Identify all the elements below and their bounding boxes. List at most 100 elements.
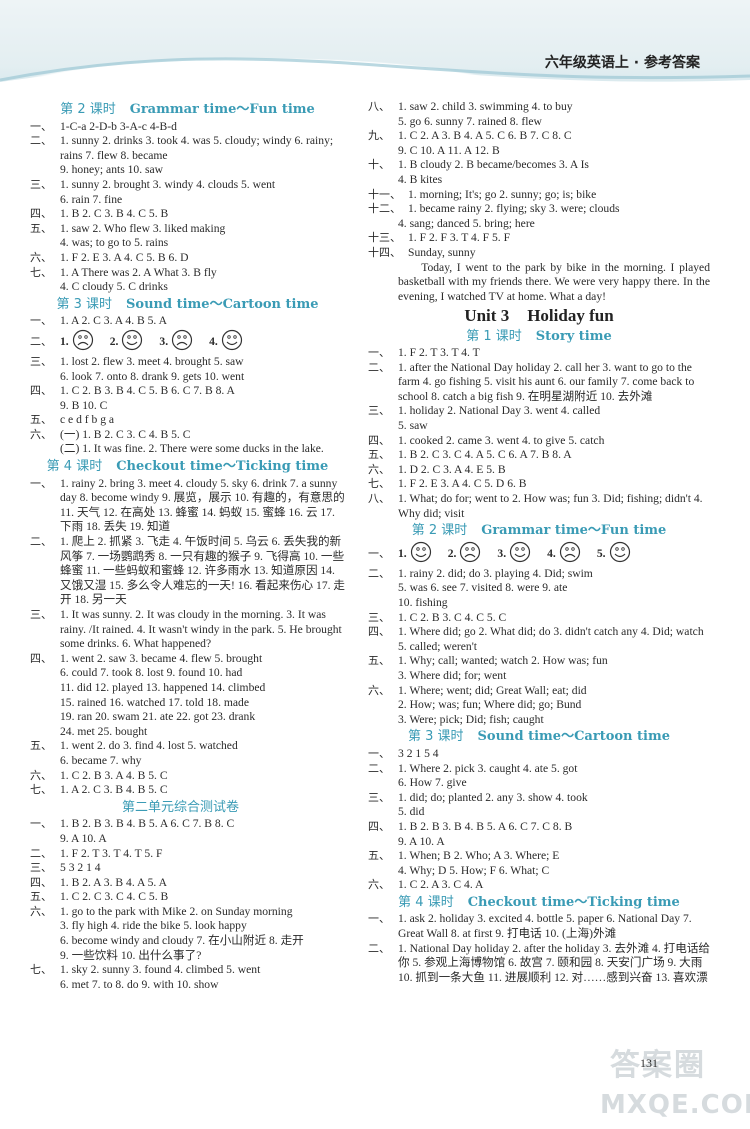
answer-line: 五、 1. When; B 2. Who; A 3. Where; E — [368, 849, 710, 864]
answer-text: 3. Where did; for; went — [398, 668, 507, 682]
section-title-en: Grammar time～Fun time — [481, 523, 667, 539]
section-title-en: Grammar time～Fun time — [129, 102, 315, 117]
section-title-en: Sound time～Cartoon time — [477, 729, 670, 745]
answer-line: 5. saw — [368, 419, 710, 434]
answer-text: 1. F 2. E 3. A 4. C 5. D 6. B — [398, 477, 527, 491]
answer-text: 4. sang; danced 5. bring; here — [398, 216, 535, 230]
answer-line: 4. sang; danced 5. bring; here — [368, 217, 710, 232]
question-number — [30, 236, 60, 251]
answer-text: 4. Why; D 5. How; F 6. What; C — [398, 863, 550, 877]
question-number: 二、 — [30, 535, 52, 549]
question-number — [368, 669, 398, 684]
question-number: 一、 — [30, 119, 52, 133]
question-number: 十四、 — [368, 245, 401, 259]
answer-line: 二、 1. after the National Day holiday 2. c… — [368, 361, 710, 405]
question-number: 三、 — [30, 861, 52, 875]
question-number: 一、 — [368, 346, 390, 360]
question-number — [30, 710, 60, 725]
answer-line: 十二、 1. became rainy 2. flying; sky 3. wer… — [368, 202, 710, 217]
watermark: 答案圈 MXQE.COM — [600, 1040, 750, 1129]
answer-text: 1. C 2. A 3. C 4. A — [398, 878, 484, 892]
question-number: 四、 — [368, 819, 390, 833]
question-number: 一、 — [368, 546, 390, 560]
face-answer-number: 5. — [596, 546, 606, 560]
answer-text: 19. ran 20. swam 21. ate 22. got 23. dra… — [60, 710, 256, 724]
question-number: 三、 — [368, 610, 390, 624]
question-number: 六、 — [368, 683, 390, 697]
question-number: 一、 — [30, 476, 52, 490]
question-number: 八、 — [368, 100, 390, 113]
answer-line: 6. became 7. why — [30, 754, 345, 769]
answer-line: 十四、 Sunday, sunny — [368, 246, 710, 261]
answer-text: 6. look 7. onto 8. drank 9. gets 10. wen… — [60, 369, 245, 383]
answer-text: 1. ask 2. holiday 3. excited 4. bottle 5… — [398, 912, 692, 941]
question-number — [30, 725, 60, 740]
smiley-happy-icon — [118, 329, 143, 356]
question-number: 四、 — [30, 651, 52, 665]
section-title: 第 4 课时 Checkout time～Ticking time — [368, 895, 710, 911]
question-number: 十、 — [368, 158, 390, 172]
answer-line: 四、 1. B 2. A 3. B 4. A 5. A — [30, 876, 345, 891]
answer-line: 三、 1. lost 2. flew 3. meet 4. brought 5. … — [30, 355, 345, 370]
answer-text: 1. cooked 2. came 3. went 4. to give 5. … — [398, 433, 605, 447]
smiley-happy-icon — [218, 329, 243, 356]
answer-line: 5. did — [368, 805, 710, 820]
answer-line: 4. B kites — [368, 173, 710, 188]
answer-line: 5. go 6. sunny 7. rained 8. flew — [368, 115, 710, 130]
answer-line: 3. Where did; for; went — [368, 669, 710, 684]
answer-text: 1. F 2. F 3. T 4. F 5. F — [408, 231, 511, 245]
question-number — [30, 832, 60, 847]
answer-text: 1. C 2. C 3. C 4. C 5. B — [60, 890, 169, 904]
question-number — [30, 978, 60, 993]
answer-text: 1. C 2. A 3. B 4. A 5. C 6. B 7. C 8. C — [398, 129, 572, 143]
answer-line: 二、 1. 爬上 2. 抓紧 3. 飞走 4. 午饭时间 5. 乌云 6. 丢失我… — [30, 535, 345, 608]
answer-text: 1. A 2. C 3. A 4. B 5. A — [60, 314, 167, 328]
question-number: 三、 — [30, 354, 52, 368]
section-title: 第 2 课时 Grammar time～Fun time — [368, 523, 710, 539]
question-number — [368, 144, 398, 159]
answer-text: 1. F 2. T 3. T 4. T — [398, 346, 480, 360]
answer-line: 4. C cloudy 5. C drinks — [30, 280, 345, 295]
question-number: 七、 — [30, 963, 52, 977]
question-number — [368, 419, 398, 434]
question-number: 二、 — [368, 360, 390, 374]
face-answer-number: 1. — [60, 334, 69, 348]
face-answer: 3. — [159, 329, 193, 356]
question-number: 一、 — [30, 314, 52, 328]
answer-line: 二、 1. Where 2. pick 3. caught 4. ate 5. g… — [368, 762, 710, 777]
question-number: 五、 — [30, 890, 52, 904]
answer-line: 二、 1. rainy 2. did; do 3. playing 4. Did;… — [368, 567, 710, 582]
question-number: 六、 — [368, 462, 390, 476]
answer-text: 4. C cloudy 5. C drinks — [60, 280, 168, 294]
answer-line: 二、 1. F 2. T 3. T 4. T 5. F — [30, 847, 345, 862]
section-title: 第 3 课时 Sound time～Cartoon time — [30, 297, 345, 313]
question-number — [30, 949, 60, 964]
answer-text: 1. When; B 2. Who; A 3. Where; E — [398, 849, 560, 863]
answer-text: 1. sunny 2. brought 3. windy 4. clouds 5… — [60, 177, 276, 191]
answer-text: c e d f b g a — [60, 413, 115, 427]
answer-line: 五、 1. C 2. C 3. C 4. C 5. B — [30, 890, 345, 905]
answer-line: 4. was; to go to 5. rains — [30, 236, 345, 251]
smiley-happy-icon — [606, 541, 631, 568]
question-number: 五、 — [368, 849, 390, 863]
answer-line: 四、 1. cooked 2. came 3. went 4. to give 5… — [368, 434, 710, 449]
answer-line: 6. become windy and cloudy 7. 在小山附近 8. 走… — [30, 934, 345, 949]
question-number — [30, 193, 60, 208]
answer-line: 一、 1. rainy 2. bring 3. meet 4. cloudy 5.… — [30, 477, 345, 535]
face-answer-number: 1. — [398, 546, 407, 560]
question-number: 六、 — [30, 427, 52, 441]
answer-text: 1. after the National Day holiday 2. cal… — [398, 360, 695, 403]
question-number: 一、 — [368, 746, 390, 760]
unit-title: Unit 3 Holiday fun — [368, 307, 710, 324]
question-number — [30, 163, 60, 178]
answer-text: 1. went 2. saw 3. became 4. flew 5. brou… — [60, 651, 263, 665]
answer-text: 1. B cloudy 2. B became/becomes 3. A Is — [398, 158, 589, 172]
answer-text: 1. C 2. B 3. B 4. C 5. B 6. C 7. B 8. A — [60, 384, 235, 398]
answer-line: 五、 1. saw 2. Who flew 3. liked making — [30, 222, 345, 237]
answer-text: 9. B 10. C — [60, 398, 108, 412]
face-answer-number: 3. — [159, 334, 169, 348]
answer-line: 24. met 25. bought — [30, 725, 345, 740]
face-answer-number: 4. — [547, 546, 556, 560]
answer-line-faces: 一、 1. 2. 3. 4. 5. — [368, 541, 710, 567]
question-number: 六、 — [30, 768, 52, 782]
